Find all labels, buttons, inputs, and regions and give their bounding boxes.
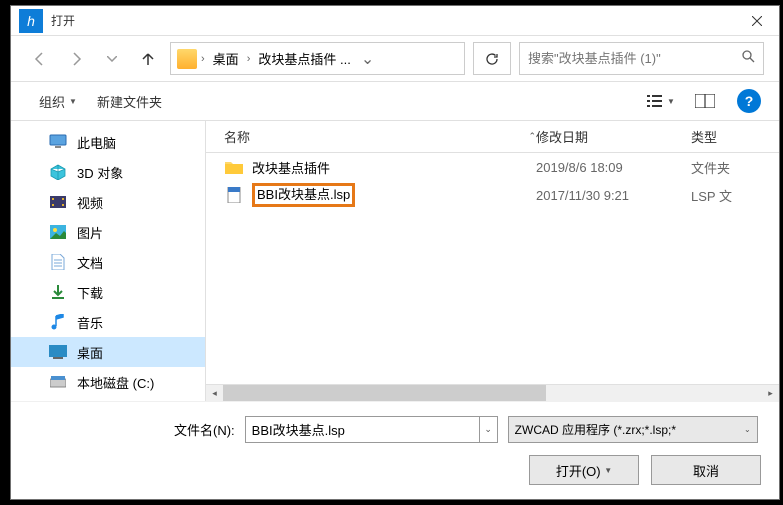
search-input[interactable] <box>528 51 741 66</box>
content-area: 此电脑 3D 对象 视频 图片 文档 下载 <box>11 121 779 401</box>
back-button[interactable] <box>26 45 54 73</box>
breadcrumb-dropdown[interactable]: ⌄ <box>359 49 376 69</box>
chevron-right-icon[interactable]: › <box>247 53 251 65</box>
film-icon <box>49 193 67 211</box>
sidebar-item-desktop[interactable]: 桌面 <box>11 337 205 367</box>
cube-icon <box>49 163 67 181</box>
file-row-folder[interactable]: 改块基点插件 2019/8/6 18:09 文件夹 <box>206 153 779 181</box>
sidebar-item-local-disk-c[interactable]: 本地磁盘 (C:) <box>11 367 205 397</box>
scroll-left-button[interactable]: ◂ <box>206 385 223 402</box>
file-type-filter[interactable]: ZWCAD 应用程序 (*.zrx;*.lsp;* ⌄ <box>508 416 758 443</box>
open-file-dialog: h 打开 › 桌面 › 改块基点插件 ... ⌄ 组织 ▼ 新建文件夹 ▼ ? <box>10 5 780 500</box>
lsp-file-icon <box>224 186 244 204</box>
horizontal-scrollbar[interactable]: ◂ ▸ <box>206 384 779 401</box>
sort-arrow-icon: ⌃ <box>528 131 536 142</box>
sidebar-item-music[interactable]: 音乐 <box>11 307 205 337</box>
search-icon[interactable] <box>741 49 755 68</box>
file-name: 改块基点插件 <box>252 158 330 177</box>
sidebar-item-pictures[interactable]: 图片 <box>11 217 205 247</box>
new-folder-button[interactable]: 新建文件夹 <box>87 86 172 117</box>
close-button[interactable] <box>734 6 779 36</box>
window-title: 打开 <box>51 12 734 29</box>
sidebar-item-this-pc[interactable]: 此电脑 <box>11 127 205 157</box>
file-pane: 名称⌃ 修改日期 类型 改块基点插件 2019/8/6 18:09 文件夹 BB <box>206 121 779 401</box>
sidebar-item-videos[interactable]: 视频 <box>11 187 205 217</box>
refresh-button[interactable] <box>473 42 511 75</box>
sidebar-item-downloads[interactable]: 下载 <box>11 277 205 307</box>
preview-pane-button[interactable] <box>685 87 725 115</box>
chevron-right-icon[interactable]: › <box>201 53 205 65</box>
filename-dropdown[interactable]: ⌄ <box>480 416 498 443</box>
filename-label: 文件名(N): <box>174 420 235 439</box>
file-row-lsp[interactable]: BBI改块基点.lsp 2017/11/30 9:21 LSP 文 <box>206 181 779 209</box>
file-type: LSP 文 <box>691 186 779 205</box>
app-icon: h <box>19 9 43 33</box>
folder-icon <box>177 49 197 69</box>
column-type[interactable]: 类型 <box>691 127 779 146</box>
footer: 文件名(N): ⌄ ZWCAD 应用程序 (*.zrx;*.lsp;* ⌄ 打开… <box>11 401 779 499</box>
scroll-thumb[interactable] <box>223 385 546 402</box>
folder-icon <box>224 158 244 176</box>
view-mode-button[interactable]: ▼ <box>641 87 681 115</box>
open-button[interactable]: 打开(O) ▼ <box>529 455 639 485</box>
nav-bar: › 桌面 › 改块基点插件 ... ⌄ <box>11 36 779 81</box>
file-date: 2017/11/30 9:21 <box>536 188 691 203</box>
document-icon <box>49 253 67 271</box>
column-name[interactable]: 名称⌃ <box>206 127 536 146</box>
forward-button[interactable] <box>62 45 90 73</box>
up-button[interactable] <box>134 45 162 73</box>
help-button[interactable]: ? <box>737 89 761 113</box>
column-date[interactable]: 修改日期 <box>536 127 691 146</box>
cancel-button[interactable]: 取消 <box>651 455 761 485</box>
monitor-icon <box>49 133 67 151</box>
chevron-down-icon: ⌄ <box>744 425 751 434</box>
sidebar-item-documents[interactable]: 文档 <box>11 247 205 277</box>
drive-icon <box>49 373 67 391</box>
recent-dropdown[interactable] <box>98 45 126 73</box>
music-icon <box>49 313 67 331</box>
image-icon <box>49 223 67 241</box>
breadcrumb-item[interactable]: 桌面 <box>209 49 243 68</box>
organize-menu[interactable]: 组织 ▼ <box>29 86 87 117</box>
scroll-track[interactable] <box>223 385 762 402</box>
download-icon <box>49 283 67 301</box>
file-list: 改块基点插件 2019/8/6 18:09 文件夹 BBI改块基点.lsp 20… <box>206 153 779 384</box>
file-date: 2019/8/6 18:09 <box>536 160 691 175</box>
breadcrumb[interactable]: › 桌面 › 改块基点插件 ... ⌄ <box>170 42 465 75</box>
toolbar: 组织 ▼ 新建文件夹 ▼ ? <box>11 81 779 121</box>
sidebar-item-3d-objects[interactable]: 3D 对象 <box>11 157 205 187</box>
desktop-icon <box>49 343 67 361</box>
file-type: 文件夹 <box>691 158 779 177</box>
file-name: BBI改块基点.lsp <box>252 183 355 207</box>
sidebar: 此电脑 3D 对象 视频 图片 文档 下载 <box>11 121 206 401</box>
breadcrumb-item[interactable]: 改块基点插件 ... <box>254 49 354 68</box>
titlebar: h 打开 <box>11 6 779 36</box>
scroll-right-button[interactable]: ▸ <box>762 385 779 402</box>
search-box[interactable] <box>519 42 764 75</box>
column-headers: 名称⌃ 修改日期 类型 <box>206 121 779 153</box>
filename-input[interactable] <box>245 416 480 443</box>
